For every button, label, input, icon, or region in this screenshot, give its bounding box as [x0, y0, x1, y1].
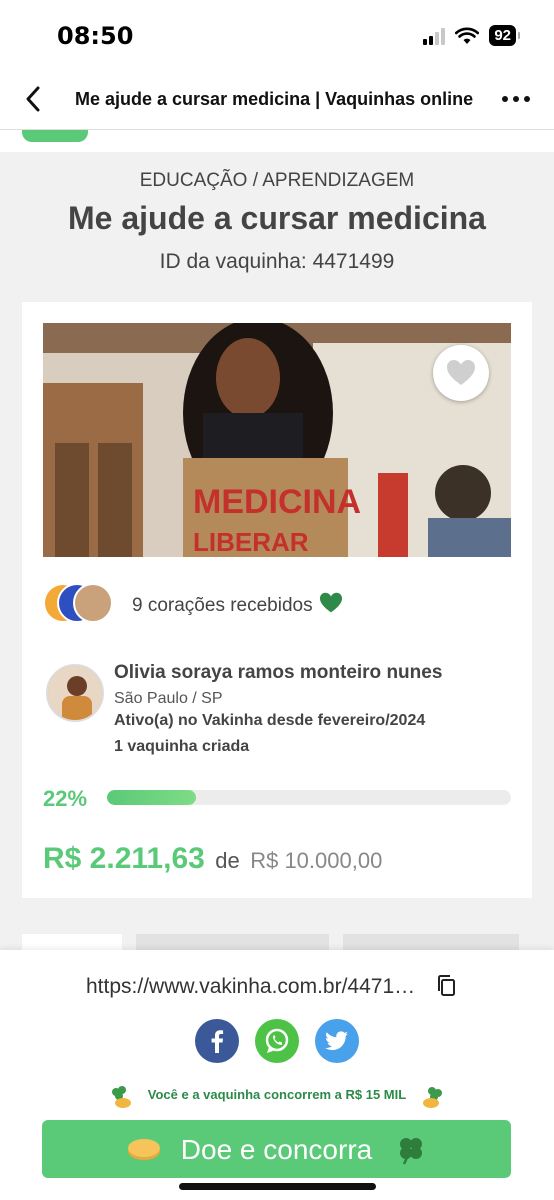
clover-icon [400, 1138, 422, 1165]
copy-link-button[interactable] [436, 974, 458, 1003]
browser-header: Me ajude a cursar medicina | Vaquinhas o… [0, 70, 554, 130]
home-indicator [179, 1183, 376, 1190]
battery-icon: 92 [489, 25, 520, 46]
hearts-received: 9 corações recebidos [132, 595, 313, 616]
campaign-category: EDUCAÇÃO / APRENDIZAGEM [139, 170, 415, 191]
supporter-avatar [73, 583, 113, 623]
donate-label: Doe e concorra [180, 1134, 373, 1165]
clover-coin-icon [423, 1087, 442, 1108]
back-button[interactable] [20, 84, 50, 114]
page-title: Me ajude a cursar medicina | Vaquinhas o… [75, 89, 474, 109]
campaign-title: Me ajude a cursar medicina [68, 200, 486, 236]
whatsapp-icon [265, 1028, 289, 1053]
share-url[interactable]: https://www.vakinha.com.br/4471499 [86, 975, 421, 999]
amount-goal: R$ 10.000,00 [250, 848, 383, 873]
chevron-left-icon [26, 86, 40, 112]
campaign-photo: MEDICINA LIBERAR [43, 323, 511, 557]
donate-button[interactable]: Doe e concorra [42, 1120, 511, 1178]
status-bar: 08:50 92 [0, 0, 554, 70]
twitter-icon [325, 1031, 348, 1051]
share-sheet: https://www.vakinha.com.br/4471499 Você … [0, 950, 554, 1200]
owner-active-since: Ativo(a) no Vakinha desde fevereiro/2024 [114, 712, 426, 729]
owner-campaign-count: 1 vaquinha criada [114, 738, 250, 755]
progress-fill [107, 790, 196, 805]
wifi-icon [455, 27, 480, 44]
owner-avatar[interactable] [46, 664, 104, 722]
amount-line: R$ 2.211,63 de R$ 10.000,00 [43, 842, 382, 876]
twitter-share-button[interactable] [315, 1019, 359, 1063]
status-time: 08:50 [57, 22, 134, 50]
status-icons: 92 [423, 25, 520, 46]
copy-icon [438, 975, 455, 996]
progress-bar [107, 790, 511, 805]
facebook-icon [211, 1030, 224, 1053]
amount-separator: de [215, 848, 240, 873]
sign-text: MEDICINA [193, 483, 361, 521]
progress-percent: 22% [43, 786, 88, 811]
supporter-avatars [43, 583, 117, 627]
owner-location: São Paulo / SP [114, 690, 223, 707]
campaign-id: ID da vaquinha: 4471499 [159, 250, 395, 273]
heart-icon [447, 360, 475, 385]
campaign-card: MEDICINA LIBERAR 9 corações recebidos Ol… [22, 302, 532, 898]
amount-raised: R$ 2.211,63 [43, 842, 205, 875]
cell-signal-icon [423, 27, 446, 45]
facebook-share-button[interactable] [195, 1019, 239, 1063]
brand-tab [22, 130, 88, 142]
whatsapp-share-button[interactable] [255, 1019, 299, 1063]
promo-text: Você e a vaquinha concorrem a R$ 15 MIL [147, 1087, 407, 1102]
owner-name[interactable]: Olivia soraya ramos monteiro nunes [114, 662, 442, 684]
more-options-button[interactable] [502, 96, 530, 102]
green-heart-icon [320, 592, 342, 613]
favorite-button[interactable] [433, 345, 489, 401]
sign-text-2: LIBERAR [193, 527, 309, 557]
